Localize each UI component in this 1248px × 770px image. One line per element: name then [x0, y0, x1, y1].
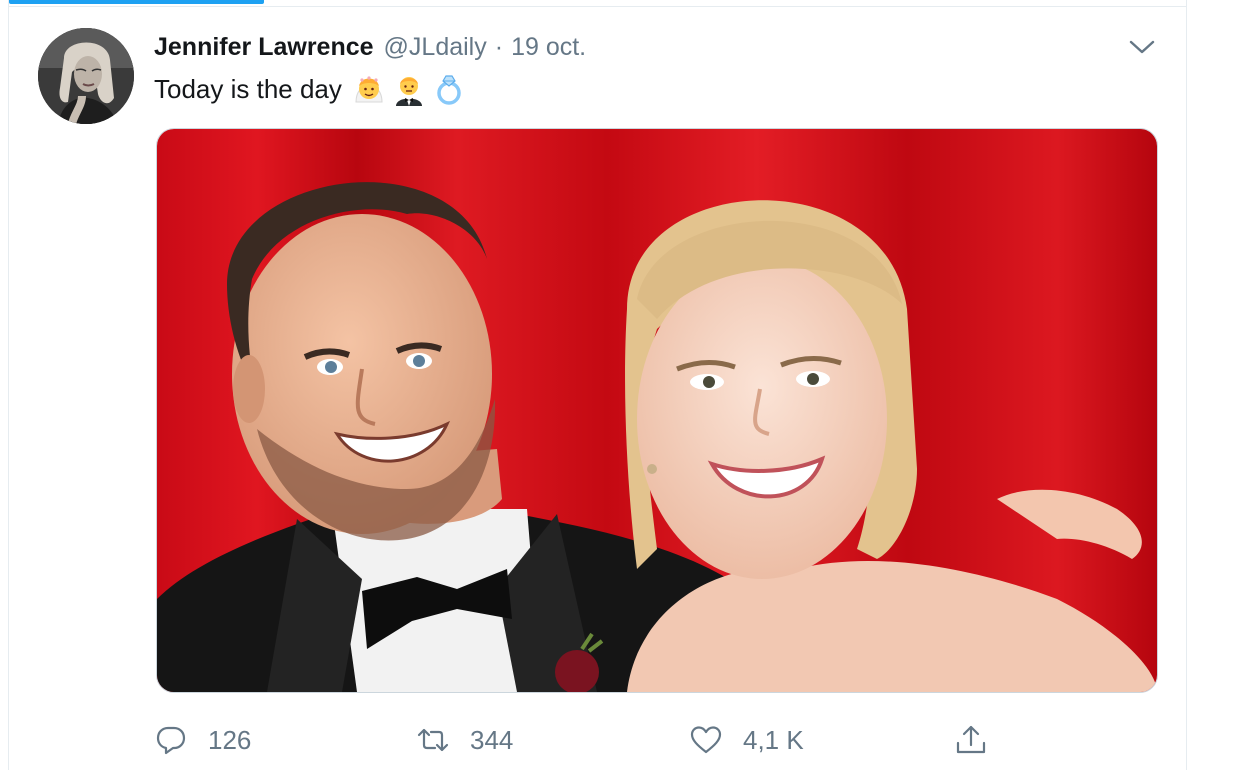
share-icon	[956, 725, 986, 754]
ring-icon	[437, 75, 461, 105]
avatar[interactable]	[38, 28, 134, 124]
active-tab-indicator	[9, 0, 264, 4]
timeline-right-border	[1186, 0, 1187, 770]
heart-icon	[690, 726, 722, 754]
tweet-date[interactable]: 19 oct.	[511, 33, 586, 62]
man-in-tuxedo-icon	[395, 77, 422, 106]
retweet-button[interactable]: 344	[416, 720, 513, 760]
retweet-count: 344	[470, 724, 514, 755]
tweet-options-button[interactable]	[1127, 35, 1157, 59]
separator-dot: ·	[494, 32, 504, 61]
share-button[interactable]	[954, 720, 988, 760]
tweet[interactable]: Jennifer Lawrence @JLdaily · 19 oct. Tod…	[9, 7, 1186, 770]
reply-count: 126	[208, 724, 252, 755]
tweet-text-content: Today is the day	[154, 73, 342, 104]
tweet-photo[interactable]	[156, 128, 1158, 693]
reply-button[interactable]: 126	[154, 720, 251, 760]
tweet-text: Today is the day	[154, 69, 466, 109]
avatar-photo	[38, 28, 134, 124]
tweet-actions: 126 344 4,1 K	[154, 720, 1034, 760]
retweet-icon	[417, 728, 449, 752]
author-handle[interactable]: @JLdaily	[384, 33, 487, 62]
couple-photo	[157, 129, 1157, 692]
chevron-down-icon	[1129, 40, 1155, 54]
bride-with-veil-icon	[355, 76, 383, 103]
author-name[interactable]: Jennifer Lawrence	[154, 33, 374, 62]
like-count: 4,1 K	[743, 724, 804, 755]
like-button[interactable]: 4,1 K	[689, 720, 804, 760]
reply-icon	[156, 726, 186, 755]
tweet-header: Jennifer Lawrence @JLdaily · 19 oct.	[154, 31, 586, 63]
